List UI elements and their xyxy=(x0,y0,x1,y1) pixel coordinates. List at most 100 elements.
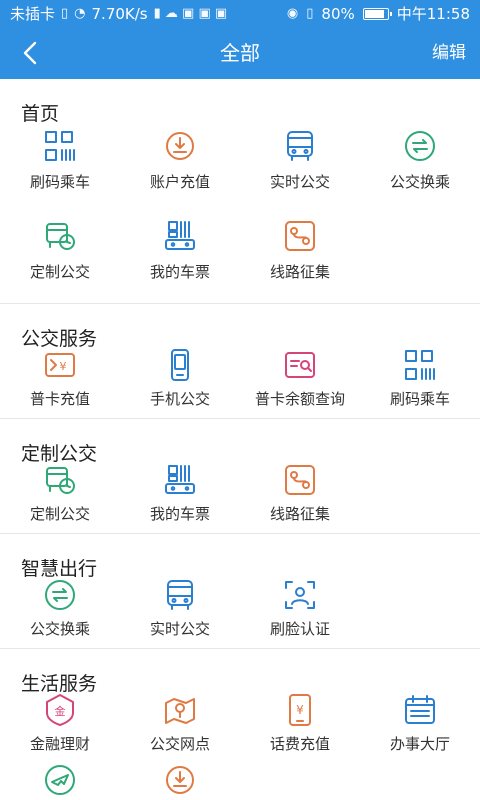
grid-item[interactable]: 线路征集 xyxy=(240,213,360,303)
grid-item[interactable]: 刷脸认证 xyxy=(240,578,360,648)
wifi-icon: ◔ xyxy=(74,6,86,21)
card-recharge-icon: ¥ xyxy=(43,348,77,382)
grid-item-label: 公交网点 xyxy=(149,735,210,753)
battery-icon xyxy=(362,7,392,20)
balance-query-icon xyxy=(283,348,317,382)
transfer-icon xyxy=(43,578,77,612)
grid-item-label: 话费充值 xyxy=(269,735,330,753)
phone-bill-icon: ¥ xyxy=(283,693,317,727)
custom-bus-icon xyxy=(43,219,77,253)
grid-item[interactable]: 定制公交 xyxy=(0,213,120,303)
section-title: 定制公交 xyxy=(21,443,98,465)
grid-item-label: 办事大厅 xyxy=(389,735,450,753)
grid-item-label: 实时公交 xyxy=(149,620,210,638)
grid-item-label: 手机公交 xyxy=(149,390,210,408)
grid-item-label: 我的车票 xyxy=(149,505,210,523)
grid-item-label: 定制公交 xyxy=(29,263,90,281)
grid-item[interactable]: 公交换乘 xyxy=(0,578,120,648)
grid-item-label: 线路征集 xyxy=(269,505,330,523)
grid-item[interactable]: 手机公交 xyxy=(120,348,240,418)
grid-item-label: 我的车票 xyxy=(149,263,210,281)
grid-item[interactable]: 实时公交 xyxy=(240,123,360,213)
qr-scan-icon xyxy=(43,129,77,163)
clock: 中午11:58 xyxy=(396,5,470,23)
svg-text:¥: ¥ xyxy=(296,703,304,717)
grid-item[interactable]: 刷码乘车 xyxy=(0,123,120,213)
grid-item[interactable]: 金金融理财 xyxy=(0,693,120,763)
top-nav-bar: 全部 编辑 xyxy=(0,27,480,79)
section-grid: ¥ 普卡充值 手机公交 普卡余额查询 刷码乘车 xyxy=(0,348,480,418)
grid-item[interactable]: ¥ 话费充值 xyxy=(240,693,360,763)
grid-item[interactable]: 刷码乘车 xyxy=(360,348,480,418)
grid-item-label: 普卡充值 xyxy=(29,390,90,408)
eye-icon: ◉ xyxy=(286,6,299,21)
section-5: 生活服务 金金融理财 公交网点 ¥ 话费充值 办事大厅 xyxy=(0,649,480,800)
grid-item[interactable]: 账户充值 xyxy=(120,123,240,213)
grid-item[interactable] xyxy=(120,763,240,800)
page-title: 全部 xyxy=(220,41,260,65)
download-coin-icon xyxy=(163,763,197,797)
section-1: 首页 刷码乘车 账户充值 实时公交 公交换乘定制公交 我的车票 线路征集 xyxy=(0,79,480,304)
grid-item-label: 线路征集 xyxy=(269,263,330,281)
finance-icon: 金 xyxy=(43,693,77,727)
custom-bus-icon xyxy=(43,463,77,497)
grid-item-label: 公交换乘 xyxy=(389,173,450,191)
grid-item[interactable] xyxy=(0,763,120,800)
battery-percent: 80% xyxy=(321,4,355,23)
edit-button[interactable]: 编辑 xyxy=(432,27,466,79)
grid-item-label: 公交换乘 xyxy=(29,620,90,638)
svg-text:金: 金 xyxy=(55,704,66,718)
transfer-icon xyxy=(403,129,437,163)
route-map-icon xyxy=(283,463,317,497)
phone-icon xyxy=(163,348,197,382)
section-grid: 定制公交 我的车票 线路征集 xyxy=(0,463,480,533)
grid-item-label: 金融理财 xyxy=(29,735,90,753)
grid-item-label: 刷码乘车 xyxy=(29,173,90,191)
grid-item[interactable]: ¥ 普卡充值 xyxy=(0,348,120,418)
download-coin-icon xyxy=(163,129,197,163)
bus-icon xyxy=(283,129,317,163)
grid-item-label: 刷码乘车 xyxy=(389,390,450,408)
calendar-hall-icon xyxy=(403,693,437,727)
section-grid: 刷码乘车 账户充值 实时公交 公交换乘定制公交 我的车票 线路征集 xyxy=(0,123,480,303)
grid-item[interactable]: 线路征集 xyxy=(240,463,360,533)
section-title: 公交服务 xyxy=(21,328,98,350)
grid-item[interactable]: 我的车票 xyxy=(120,213,240,303)
face-id-icon xyxy=(283,578,317,612)
grid-item[interactable]: 实时公交 xyxy=(120,578,240,648)
status-bar: 未插卡 ▯ ◔ 7.70K/s ▮ ☁ ▣ ▣ ▣ ◉ ▯ 80% 中午11:5… xyxy=(0,0,480,27)
carrier-text: 未插卡 xyxy=(10,5,56,23)
section-title: 首页 xyxy=(21,103,60,125)
qr-scan-icon xyxy=(403,348,437,382)
section-grid: 公交换乘 实时公交 刷脸认证 xyxy=(0,578,480,648)
section-2: 公交服务 ¥ 普卡充值 手机公交 普卡余额查询 刷码乘车 xyxy=(0,304,480,419)
grid-item-label: 账户充值 xyxy=(149,173,210,191)
ticket-icon xyxy=(163,463,197,497)
section-4: 智慧出行 公交换乘 实时公交 刷脸认证 xyxy=(0,534,480,649)
grid-item-label: 定制公交 xyxy=(29,505,90,523)
notification-icons: ▮ ☁ ▣ ▣ ▣ xyxy=(153,6,228,21)
grid-item-label: 刷脸认证 xyxy=(269,620,330,638)
ticket-icon xyxy=(163,219,197,253)
location-map-icon xyxy=(163,693,197,727)
section-grid: 金金融理财 公交网点 ¥ 话费充值 办事大厅 xyxy=(0,693,480,800)
grid-item[interactable]: 公交网点 xyxy=(120,693,240,763)
content-area[interactable]: 首页 刷码乘车 账户充值 实时公交 公交换乘 定制公交 我的车票 线路征集 公交服务 ¥ 普卡… xyxy=(0,79,480,800)
sim-icon: ▯ xyxy=(61,6,69,21)
airplane-icon xyxy=(43,763,77,797)
grid-item-label: 实时公交 xyxy=(269,173,330,191)
net-speed: 7.70K/s xyxy=(91,4,148,23)
section-title: 生活服务 xyxy=(21,673,98,695)
bus-icon xyxy=(163,578,197,612)
route-map-icon xyxy=(283,219,317,253)
grid-item[interactable]: 办事大厅 xyxy=(360,693,480,763)
vibrate-icon: ▯ xyxy=(306,6,314,21)
grid-item[interactable]: 普卡余额查询 xyxy=(240,348,360,418)
svg-text:¥: ¥ xyxy=(60,360,67,373)
grid-item[interactable]: 定制公交 xyxy=(0,463,120,533)
grid-item-label: 普卡余额查询 xyxy=(254,390,345,408)
section-title: 智慧出行 xyxy=(21,558,98,580)
grid-item[interactable]: 我的车票 xyxy=(120,463,240,533)
grid-item[interactable]: 公交换乘 xyxy=(360,123,480,213)
section-3: 定制公交 定制公交 我的车票 线路征集 xyxy=(0,419,480,534)
